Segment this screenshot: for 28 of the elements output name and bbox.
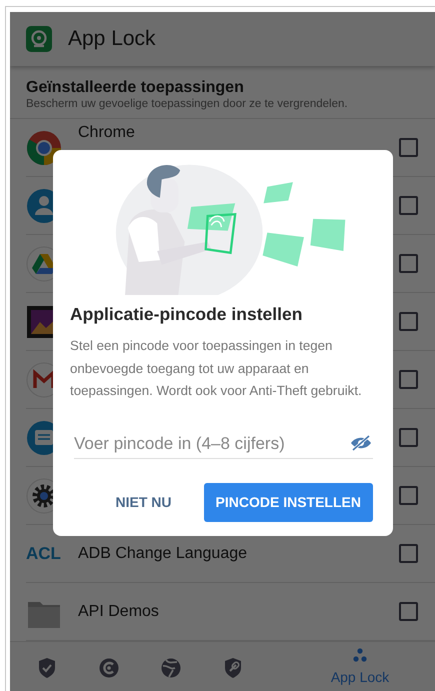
dialog-message: Stel een pincode voor toepassingen in tegen onbevoegde toegang tot uw apparaat en toepassingen. Wordt ook voor Anti-Theft gebruikt. [70, 337, 363, 400]
visibility-off-icon[interactable] [349, 434, 373, 452]
app-name: API Demos [78, 602, 159, 622]
globe-icon [160, 656, 182, 678]
checkbox[interactable] [399, 544, 418, 563]
nav-tab[interactable]: App Lock [285, 645, 435, 688]
checkbox[interactable] [399, 486, 418, 505]
checkbox[interactable] [399, 138, 418, 157]
shield-check-icon [36, 656, 58, 678]
checkbox[interactable] [399, 602, 418, 621]
checkbox[interactable] [399, 196, 418, 215]
not-now-button[interactable]: NIET NU [100, 482, 188, 522]
checkbox[interactable] [399, 370, 418, 389]
dialog-title: Applicatie-pincode instellen [70, 303, 304, 326]
checkbox[interactable] [399, 428, 418, 447]
app-name: ADB Change Language [78, 544, 248, 564]
app-name: Chrome [78, 123, 135, 143]
checkbox[interactable] [399, 312, 418, 331]
shield-link-icon [222, 656, 244, 678]
app-logo-text: ACL [26, 542, 62, 565]
checkbox[interactable] [399, 254, 418, 273]
c-circle-icon [98, 656, 120, 678]
section-subtitle: Bescherm uw gevoelige toepassingen door ze te vergrendelen. [26, 97, 349, 112]
set-pin-button[interactable]: PINCODE INSTELLEN [204, 482, 373, 522]
tablet-fingerprint-drawing [187, 203, 236, 254]
app-title: App Lock [68, 26, 156, 52]
app-logo-icon [26, 26, 52, 52]
section-title: Geïnstalleerde toepassingen [26, 78, 245, 97]
